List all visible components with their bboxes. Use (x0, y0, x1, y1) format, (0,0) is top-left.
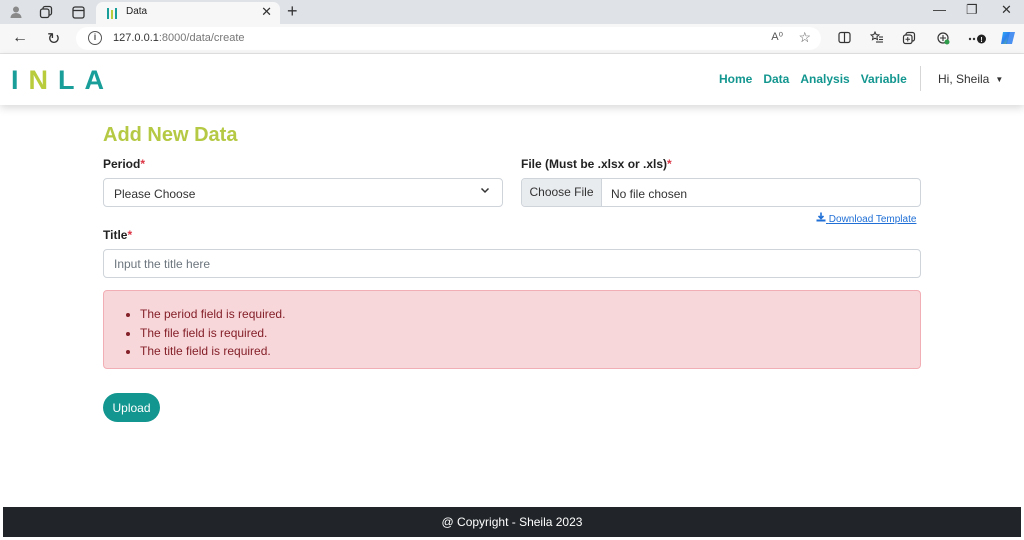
user-menu[interactable]: Hi, Sheila ▼ (938, 72, 1003, 86)
period-label-text: Period (103, 157, 141, 171)
title-label-text: Title (103, 228, 128, 242)
file-label-text: File (Must be .xlsx or .xls) (521, 157, 668, 171)
svg-text:!: ! (980, 37, 982, 44)
download-template-link[interactable]: Download Template (816, 212, 916, 225)
nav-analysis[interactable]: Analysis (800, 72, 849, 86)
favicon-icon (106, 6, 120, 20)
browser-tab-data[interactable]: Data ✕ (96, 2, 280, 24)
minimize-icon[interactable]: — (933, 2, 946, 17)
logo-letter-n: N (28, 65, 59, 95)
logo-letter-l: L (58, 65, 85, 95)
period-select-value: Please Choose (114, 187, 196, 201)
collections-toolbar-icon[interactable] (902, 31, 916, 48)
choose-file-button[interactable]: Choose File (522, 179, 602, 206)
close-window-icon[interactable]: ✕ (1001, 2, 1012, 18)
url-path: :8000/data/create (158, 32, 245, 44)
logo-letter-a: A (84, 65, 115, 95)
error-item: The file field is required. (140, 324, 285, 343)
app-navbar: INLA Home Data Analysis Variable Hi, She… (0, 54, 1024, 105)
split-screen-icon[interactable] (838, 31, 851, 47)
copilot-icon[interactable] (999, 29, 1017, 50)
error-item: The period field is required. (140, 305, 285, 324)
file-label: File (Must be .xlsx or .xls)* (521, 157, 672, 171)
title-input[interactable] (103, 249, 921, 278)
required-mark: * (140, 157, 146, 171)
main-nav: Home Data Analysis Variable (719, 72, 907, 86)
error-list: The period field is required. The file f… (140, 305, 285, 361)
site-info-icon[interactable]: i (88, 31, 102, 45)
error-item: The title field is required. (140, 342, 285, 361)
caret-down-icon: ▼ (995, 75, 1004, 84)
required-mark: * (667, 157, 672, 171)
upload-button[interactable]: Upload (103, 393, 160, 422)
close-tab-icon[interactable]: ✕ (261, 4, 272, 20)
title-label: Title* (103, 228, 132, 242)
refresh-icon[interactable]: ↻ (47, 29, 60, 49)
collections-icon[interactable] (38, 4, 54, 20)
download-icon (816, 212, 829, 225)
more-options-icon[interactable]: ! (968, 31, 988, 48)
favorite-star-icon[interactable]: ☆ (798, 29, 811, 46)
page-title: Add New Data (103, 124, 238, 146)
footer: @ Copyright - Sheila 2023 (3, 507, 1021, 537)
favorites-icon[interactable] (869, 30, 884, 47)
file-status: No file chosen (611, 187, 688, 201)
tab-actions-icon[interactable] (70, 4, 86, 20)
validation-error-alert: The period field is required. The file f… (103, 290, 921, 369)
nav-home[interactable]: Home (719, 72, 752, 86)
browser-address-bar: ← ↻ i 127.0.0.1:8000/data/create A⁰ ☆ ! (0, 24, 1024, 54)
browser-tab-strip: Data ✕ + — ❐ ✕ (0, 0, 1024, 24)
download-template-text: Download Template (828, 214, 917, 225)
url-host: 127.0.0.1 (113, 32, 159, 44)
url-bar[interactable]: i 127.0.0.1:8000/data/create A⁰ ☆ (76, 27, 821, 50)
chevron-down-icon (480, 184, 490, 198)
read-aloud-icon[interactable]: A⁰ (771, 30, 783, 43)
back-icon[interactable]: ← (12, 29, 28, 47)
logo-letter-i: I (11, 65, 29, 95)
period-label: Period* (103, 157, 145, 171)
profile-icon[interactable] (8, 4, 24, 20)
period-select[interactable]: Please Choose (103, 178, 503, 207)
url-text: 127.0.0.1:8000/data/create (113, 32, 245, 44)
nav-data[interactable]: Data (763, 72, 789, 86)
new-tab-icon[interactable]: + (287, 1, 298, 22)
file-input[interactable]: Choose File No file chosen (521, 178, 921, 207)
extensions-icon[interactable] (936, 31, 950, 48)
restore-icon[interactable]: ❐ (966, 2, 978, 18)
tab-title: Data (126, 6, 148, 17)
required-mark: * (127, 228, 133, 242)
brand-logo[interactable]: INLA (11, 65, 114, 96)
nav-divider (920, 66, 921, 91)
user-greeting: Hi, Sheila (938, 72, 990, 86)
nav-variable[interactable]: Variable (861, 72, 907, 86)
